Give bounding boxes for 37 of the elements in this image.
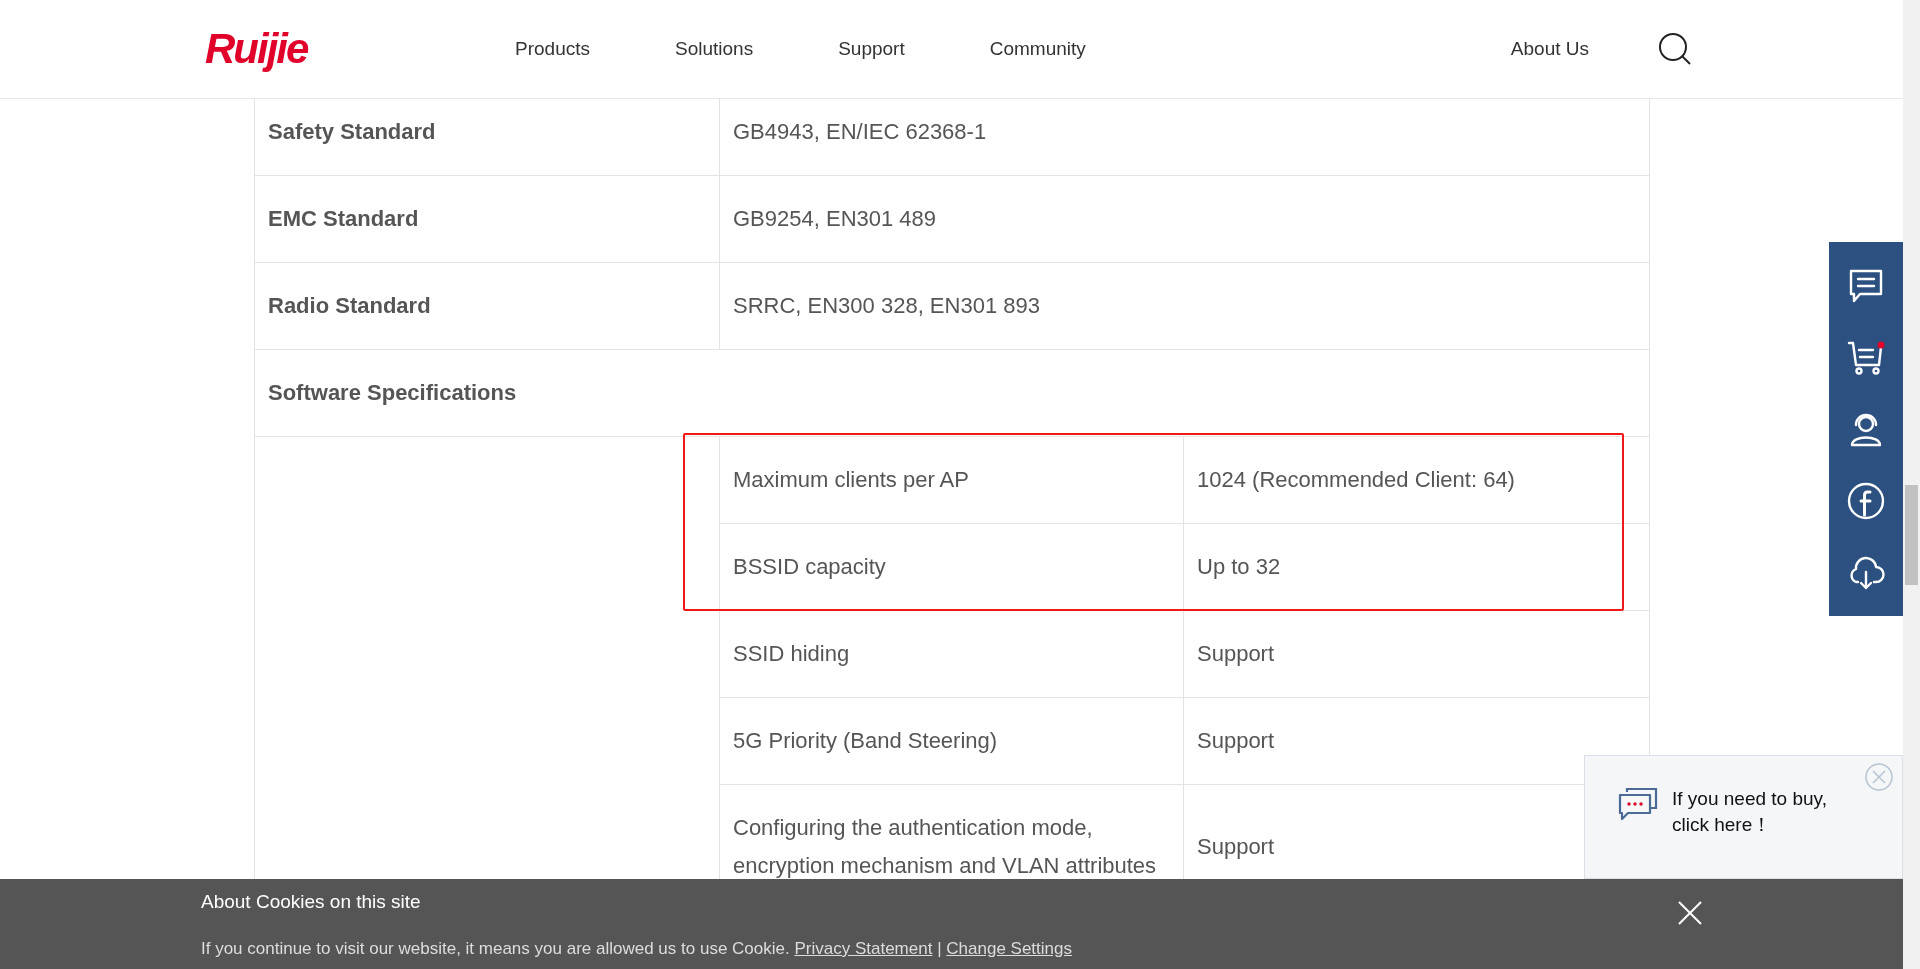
feature-value: Up to 32 [1197, 553, 1281, 581]
feature-value: Support [1197, 640, 1275, 668]
feature-name: Configuring the authentication mode, encryption mechanism and VLAN attributes [733, 815, 1157, 878]
buy-prompt: If you need to buy, click here！ [1672, 787, 1827, 837]
search-icon [1657, 31, 1693, 67]
scrollbar[interactable] [1903, 0, 1920, 969]
ruijie-logo[interactable]: Ruijie [205, 25, 515, 73]
cookie-link[interactable]: Privacy Statement [794, 939, 933, 958]
feature-name: SSID hiding [733, 641, 850, 666]
nav-link[interactable]: Products [515, 38, 590, 60]
feature-name: 5G Priority (Band Steering) [733, 728, 998, 753]
spec-label: EMC Standard [255, 176, 720, 262]
spec-label: Radio Standard [255, 263, 720, 349]
section-heading: Software Specifications [267, 379, 518, 407]
feature-value: 1024 (Recommended Client: 64) [1197, 466, 1515, 494]
close-icon [1678, 901, 1702, 925]
spec-label: Safety Standard [255, 99, 720, 175]
feature-value: Support [1197, 833, 1275, 861]
spec-value: GB9254, EN301 489 [732, 205, 938, 233]
spec-value: GB4943, EN/IEC 62368-1 [732, 118, 988, 146]
facebook-icon [1846, 480, 1886, 521]
cookie-link[interactable]: Change Settings [946, 939, 1072, 958]
spec-value: SRRC, EN300 328, EN301 893 [732, 292, 1041, 320]
chat-bubbles-icon [1618, 786, 1658, 822]
feature-name: Maximum clients per AP [733, 467, 969, 492]
nav-link[interactable]: About Us [1510, 38, 1589, 60]
buy-popup[interactable]: If you need to buy, click here！ [1584, 755, 1903, 879]
close-icon [1864, 762, 1894, 792]
search-button[interactable] [1657, 31, 1693, 67]
facebook-button[interactable] [1846, 480, 1886, 521]
cookie-title: About Cookies on this site [201, 891, 421, 913]
feature-name: BSSID capacity [733, 554, 886, 579]
nav-link[interactable]: Solutions [675, 38, 754, 60]
feature-value: Support [1197, 727, 1275, 755]
nav-link[interactable]: Support [838, 38, 905, 60]
cookie-notice: If you continue to visit our website, it means you are allowed us to use Cookie. Privacy Statement | Change Settings [201, 939, 1073, 959]
nav-link[interactable]: Community [989, 38, 1086, 60]
